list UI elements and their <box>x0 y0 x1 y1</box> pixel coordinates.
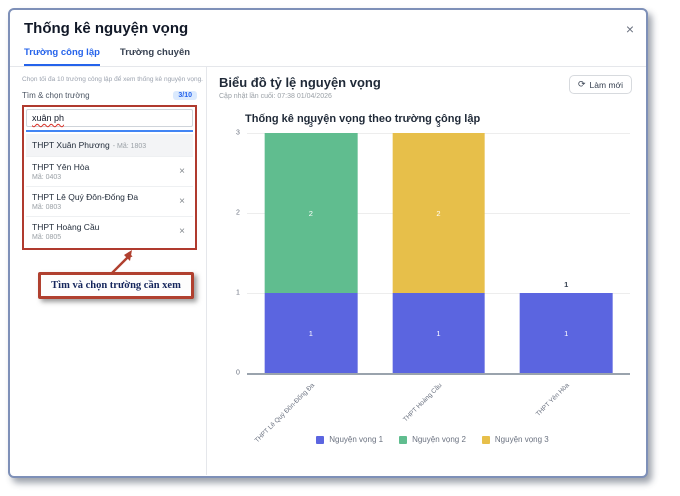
legend-label: Nguyện vọng 1 <box>329 435 383 444</box>
dropdown-divider <box>26 130 193 132</box>
bar-total-label: 3 <box>392 120 485 129</box>
close-icon[interactable]: × <box>626 22 634 36</box>
tutorial-callout: Tìm và chọn trường cần xem <box>38 272 194 299</box>
bar-segment: 2 <box>264 133 357 293</box>
school-code: Mã: 0803 <box>32 204 138 211</box>
x-axis-labels: THPT Lê Quý Đôn-Đống ĐaTHPT Hoàng CầuTHP… <box>247 375 630 433</box>
suggestion-code: - Mã: 1803 <box>113 143 146 150</box>
picker-hint: Chọn tối đa 10 trường công lập để xem th… <box>22 76 197 83</box>
school-search-input[interactable]: xuân ph <box>26 109 193 127</box>
y-axis-tick: 3 <box>236 130 240 137</box>
selected-school-row: THPT Hoàng Cầu Mã: 0805 × <box>26 216 193 246</box>
segment-value-label: 1 <box>564 329 568 338</box>
legend-swatch-icon <box>399 436 407 444</box>
last-updated-text: Cập nhật lần cuối: 07:38 01/04/2026 <box>219 93 381 100</box>
selection-count-badge: 3/10 <box>173 91 197 100</box>
school-name: THPT Lê Quý Đôn-Đống Đa <box>32 192 138 202</box>
tab-truong-chuyen[interactable]: Trường chuyên <box>120 47 190 66</box>
bar-total-label: 3 <box>264 120 357 129</box>
stacked-bar-chart: 3 2 1 0 12312311 THPT Lê Quý Đôn-Đống Đa… <box>235 133 630 444</box>
legend-item[interactable]: Nguyện vọng 3 <box>482 435 549 444</box>
bar-2: 123 <box>392 133 485 373</box>
y-axis-tick: 2 <box>236 209 240 216</box>
x-axis-label: THPT Hoàng Cầu <box>402 382 443 423</box>
school-name: THPT Yên Hòa <box>32 162 89 172</box>
segment-value-label: 2 <box>309 209 313 218</box>
statistics-modal: Thống kê nguyện vọng × Trường công lập T… <box>8 8 648 478</box>
legend-item[interactable]: Nguyện vọng 1 <box>316 435 383 444</box>
segment-value-label: 1 <box>309 329 313 338</box>
y-axis-tick: 1 <box>236 290 240 297</box>
bar-segment: 1 <box>520 293 613 373</box>
selected-school-row: THPT Yên Hòa Mã: 0403 × <box>26 156 193 186</box>
legend-label: Nguyện vọng 3 <box>495 435 549 444</box>
remove-school-icon[interactable]: × <box>177 166 187 177</box>
school-code: Mã: 0403 <box>32 174 89 181</box>
callout-label: Tìm và chọn trường cần xem <box>38 272 194 299</box>
legend-swatch-icon <box>482 436 490 444</box>
annotation-highlight-box: xuân ph THPT Xuân Phương- Mã: 1803 THPT … <box>22 105 197 250</box>
remove-school-icon[interactable]: × <box>177 226 187 237</box>
segment-value-label: 2 <box>436 209 440 218</box>
modal-title: Thống kê nguyện vọng <box>24 20 632 37</box>
chart-legend: Nguyện vọng 1 Nguyện vọng 2 Nguyện vọng 3 <box>235 435 630 444</box>
school-code: Mã: 0805 <box>32 234 99 241</box>
tab-truong-cong-lap[interactable]: Trường công lập <box>24 47 100 66</box>
callout-arrow-icon <box>80 249 140 273</box>
chart-plot: 3 2 1 0 12312311 <box>247 133 630 375</box>
tab-bar: Trường công lập Trường chuyên <box>10 47 646 67</box>
search-label: Tìm & chọn trường <box>22 91 90 100</box>
bar-total-label: 1 <box>520 280 613 289</box>
remove-school-icon[interactable]: × <box>177 196 187 207</box>
chart-panel-title: Biểu đồ tỷ lệ nguyện vọng <box>219 75 381 90</box>
x-axis-label: THPT Yên Hòa <box>535 382 571 418</box>
bar-1: 123 <box>264 133 357 373</box>
school-picker-sidebar: Chọn tối đa 10 trường công lập để xem th… <box>10 67 206 475</box>
bar-segment: 1 <box>264 293 357 373</box>
search-input-value: xuân ph <box>32 113 64 123</box>
refresh-button[interactable]: ⟳ Làm mới <box>569 75 632 94</box>
refresh-icon: ⟳ <box>578 79 586 90</box>
suggestion-item[interactable]: THPT Xuân Phương- Mã: 1803 <box>26 134 193 156</box>
legend-label: Nguyện vọng 2 <box>412 435 466 444</box>
school-name: THPT Hoàng Cầu <box>32 222 99 232</box>
chart-panel: Biểu đồ tỷ lệ nguyện vọng Cập nhật lần c… <box>206 67 646 475</box>
bar-segment: 2 <box>392 133 485 293</box>
suggestion-name: THPT Xuân Phương <box>32 140 110 150</box>
legend-item[interactable]: Nguyện vọng 2 <box>399 435 466 444</box>
selected-school-row: THPT Lê Quý Đôn-Đống Đa Mã: 0803 × <box>26 186 193 216</box>
modal-header: Thống kê nguyện vọng × <box>10 10 646 37</box>
refresh-label: Làm mới <box>590 80 623 90</box>
bar-3: 11 <box>520 133 613 373</box>
segment-value-label: 1 <box>436 329 440 338</box>
y-axis-tick: 0 <box>236 370 240 377</box>
bar-segment: 1 <box>392 293 485 373</box>
legend-swatch-icon <box>316 436 324 444</box>
